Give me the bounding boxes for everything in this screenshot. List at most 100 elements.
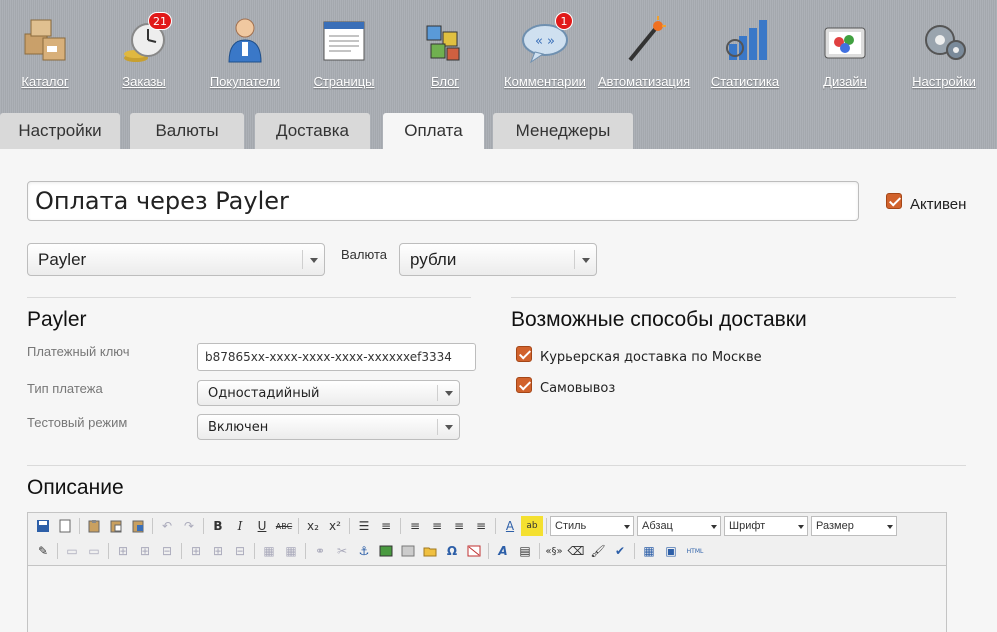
nav-label: Настройки (912, 74, 976, 89)
highlight-color-icon[interactable]: ab (521, 516, 543, 536)
media-icon[interactable] (397, 541, 419, 561)
align-justify-icon[interactable]: ≡ (470, 516, 492, 536)
nav-item-blog[interactable]: Блог (395, 12, 495, 89)
table-row-icon[interactable]: ▭ (61, 541, 83, 561)
nav-label: Покупатели (209, 74, 281, 89)
tab-managers[interactable]: Менеджеры (493, 113, 633, 149)
delivery-option-label: Самовывоз (540, 381, 616, 396)
paragraph-select[interactable]: Абзац (637, 516, 721, 536)
delivery-courier-checkbox[interactable] (516, 346, 532, 362)
underline-button[interactable]: U (251, 516, 273, 536)
numbered-list-icon[interactable]: ≡ (375, 516, 397, 536)
font-select[interactable]: Шрифт (724, 516, 808, 536)
active-label: Активен (910, 196, 967, 213)
tab-settings[interactable]: Настройки (0, 113, 120, 149)
align-left-icon[interactable]: ≡ (404, 516, 426, 536)
test-mode-select[interactable]: Включен (197, 414, 460, 440)
html-button[interactable]: HTML (682, 541, 708, 561)
test-mode-label: Тестовый режим (27, 415, 128, 430)
nav-label: Блог (430, 74, 460, 89)
strikethrough-button[interactable]: ABC (273, 516, 295, 536)
comments-bubble-icon: « » 1 (517, 12, 573, 68)
spellcheck-icon[interactable]: ✔ (609, 541, 631, 561)
link-icon[interactable]: ⚭ (309, 541, 331, 561)
image-icon[interactable] (375, 541, 397, 561)
toolbar-separator (57, 543, 58, 559)
nav-item-catalog[interactable]: Каталог (0, 12, 95, 89)
align-right-icon[interactable]: ≡ (448, 516, 470, 536)
brush-icon[interactable]: 🖌 (587, 541, 609, 561)
bold-button[interactable]: B (207, 516, 229, 536)
insert-row-after-icon[interactable]: ⊞ (134, 541, 156, 561)
payment-module-select[interactable]: Payler (27, 243, 325, 276)
table-icon[interactable]: ▦ (638, 541, 660, 561)
style-select[interactable]: Стиль (550, 516, 634, 536)
table-cell-icon[interactable]: ▭ (83, 541, 105, 561)
tab-delivery[interactable]: Доставка (255, 113, 370, 149)
divider (511, 297, 956, 298)
payment-type-value: Одностадийный (208, 386, 320, 401)
special-char-button[interactable]: Ω (441, 541, 463, 561)
payment-type-select[interactable]: Одностадийный (197, 380, 460, 406)
redo-icon[interactable]: ↷ (178, 516, 200, 536)
currency-value: рубли (410, 250, 457, 269)
toolbar-separator (254, 543, 255, 559)
paste-icon[interactable] (83, 516, 105, 536)
nav-item-statistics[interactable]: Статистика (695, 12, 795, 89)
customer-person-icon (217, 12, 273, 68)
template-icon[interactable]: ▤ (514, 541, 536, 561)
toolbar-separator (152, 518, 153, 534)
tab-payment[interactable]: Оплата (383, 113, 484, 149)
edit-icon[interactable]: ✎ (32, 541, 54, 561)
design-palette-icon (817, 12, 873, 68)
nav-item-automation[interactable]: Автоматизация (594, 12, 694, 89)
delete-row-icon[interactable]: ⊟ (156, 541, 178, 561)
new-document-icon[interactable] (54, 516, 76, 536)
insert-row-before-icon[interactable]: ⊞ (112, 541, 134, 561)
merge-cells-icon[interactable]: ▦ (280, 541, 302, 561)
payment-title-input[interactable]: Оплата через Payler (27, 181, 859, 221)
nav-label: Заказы (122, 74, 166, 89)
toolbar-separator (298, 518, 299, 534)
paste-word-icon[interactable] (127, 516, 149, 536)
nav-item-orders[interactable]: 21 Заказы (94, 12, 194, 89)
insert-column-before-icon[interactable]: ⊞ (185, 541, 207, 561)
anchor-icon[interactable]: ⚓ (353, 541, 375, 561)
split-cells-icon[interactable]: ▦ (258, 541, 280, 561)
paste-text-icon[interactable] (105, 516, 127, 536)
save-icon[interactable] (32, 516, 54, 536)
blog-blocks-icon (417, 12, 473, 68)
active-checkbox[interactable] (886, 193, 902, 209)
fullscreen-icon[interactable]: ▣ (660, 541, 682, 561)
payment-key-input[interactable]: b87865xx-xxxx-xxxx-xxxx-xxxxxxef3334 (197, 343, 476, 371)
subscript-button[interactable]: x₂ (302, 516, 324, 536)
currency-select[interactable]: рубли (399, 243, 597, 276)
toolbar-separator (349, 518, 350, 534)
insert-column-after-icon[interactable]: ⊞ (207, 541, 229, 561)
nav-item-comments[interactable]: « » 1 Комментарии (495, 12, 595, 89)
nonbreaking-button[interactable]: «§» (543, 541, 565, 561)
align-center-icon[interactable]: ≡ (426, 516, 448, 536)
text-color-icon[interactable]: A (499, 516, 521, 536)
tab-currencies[interactable]: Валюты (130, 113, 244, 149)
italic-button[interactable]: I (229, 516, 251, 536)
toolbar-separator (305, 543, 306, 559)
nav-item-pages[interactable]: Страницы (294, 12, 394, 89)
image-remove-icon[interactable] (463, 541, 485, 561)
undo-icon[interactable]: ↶ (156, 516, 178, 536)
size-select[interactable]: Размер (811, 516, 897, 536)
typograph-icon[interactable]: A (492, 541, 514, 561)
delivery-pickup-checkbox[interactable] (516, 377, 532, 393)
nav-item-settings[interactable]: Настройки (894, 12, 994, 89)
superscript-button[interactable]: x² (324, 516, 346, 536)
delivery-option-label: Курьерская доставка по Москве (540, 350, 762, 365)
folder-icon[interactable] (419, 541, 441, 561)
unlink-icon[interactable]: ✂ (331, 541, 353, 561)
nav-item-design[interactable]: Дизайн (795, 12, 895, 89)
nav-item-customers[interactable]: Покупатели (195, 12, 295, 89)
delete-column-icon[interactable]: ⊟ (229, 541, 251, 561)
bullet-list-icon[interactable]: ☰ (353, 516, 375, 536)
editor-content-area[interactable] (28, 565, 946, 632)
eraser-icon[interactable]: ⌫ (565, 541, 587, 561)
divider (27, 465, 966, 466)
